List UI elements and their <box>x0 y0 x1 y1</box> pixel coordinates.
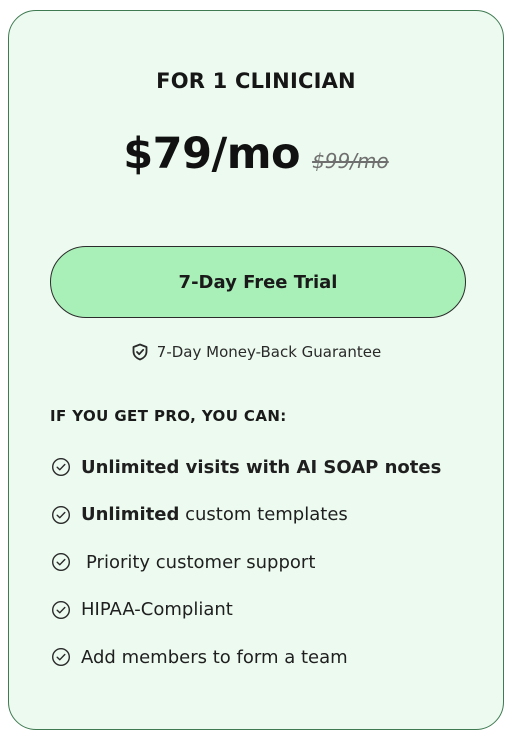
price-row: $79/mo $99/mo <box>9 129 503 179</box>
check-circle-icon <box>51 647 71 667</box>
feature-item: Add members to form a team <box>51 645 441 669</box>
plan-title: FOR 1 CLINICIAN <box>156 69 356 93</box>
check-circle-icon <box>51 457 71 477</box>
feature-text: Unlimited custom templates <box>81 504 348 525</box>
feature-item: HIPAA-Compliant <box>51 598 441 622</box>
shield-check-icon <box>131 343 149 361</box>
current-price: $79/mo <box>123 129 301 179</box>
features-heading: IF YOU GET PRO, YOU CAN: <box>50 407 287 425</box>
check-circle-icon <box>51 552 71 572</box>
pricing-card: FOR 1 CLINICIAN $79/mo $99/mo 7-Day Free… <box>8 10 504 730</box>
guarantee-text: 7-Day Money-Back Guarantee <box>156 343 382 361</box>
feature-item: Unlimited custom templates <box>51 503 441 527</box>
check-circle-icon <box>51 505 71 524</box>
money-back-guarantee: 7-Day Money-Back Guarantee <box>9 343 503 361</box>
free-trial-button[interactable]: 7-Day Free Trial <box>50 246 466 318</box>
feature-item: Unlimited visits with AI SOAP notes <box>51 455 441 479</box>
feature-text: Priority customer support <box>86 551 316 573</box>
check-circle-icon <box>51 600 71 619</box>
feature-item: Priority customer support <box>51 550 441 574</box>
feature-text: HIPAA-Compliant <box>81 599 233 620</box>
feature-list: Unlimited visits with AI SOAP notes Unli… <box>51 455 441 693</box>
feature-text: Unlimited visits with AI SOAP notes <box>81 456 442 478</box>
original-price: $99/mo <box>312 149 389 173</box>
feature-text: Add members to form a team <box>81 646 348 668</box>
